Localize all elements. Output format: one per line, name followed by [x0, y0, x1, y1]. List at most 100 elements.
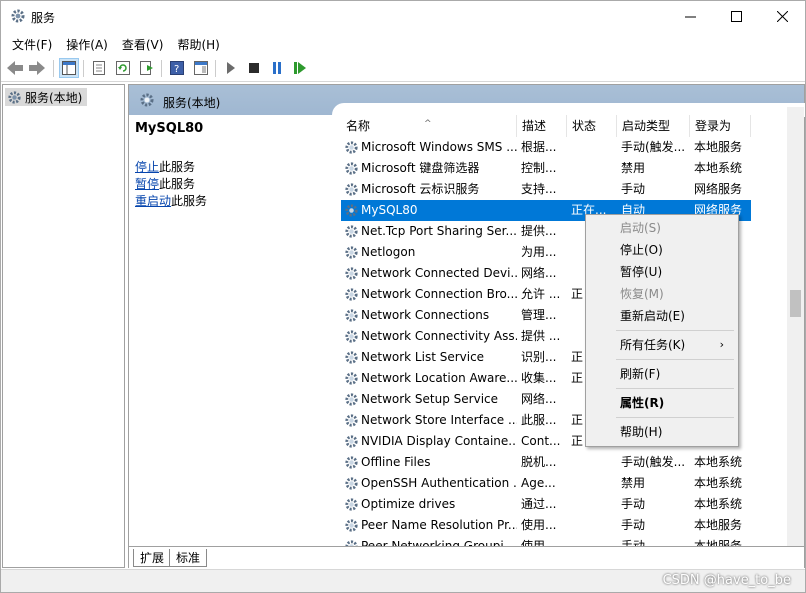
table-row[interactable]: Peer Name Resolution Pr... 使用... 手动 本地服务 — [341, 515, 751, 536]
column-header-logon-as[interactable]: 登录为 — [690, 115, 751, 137]
cell-desc: 为用... — [521, 245, 557, 259]
forward-arrow-icon[interactable] — [27, 58, 47, 78]
cell-desc: 根据... — [521, 140, 557, 154]
context-menu-item[interactable]: 属性(R) — [588, 392, 736, 414]
service-gear-icon — [344, 350, 359, 365]
cell-name: Network Setup Service — [361, 392, 499, 406]
menu-separator — [616, 359, 734, 360]
table-row[interactable]: Microsoft 键盘筛选器 控制... 禁用 本地系统 — [341, 158, 751, 179]
console-tree-icon[interactable] — [59, 58, 79, 78]
cell-logon: 本地服务 — [694, 518, 743, 532]
pause-link[interactable]: 暂停 — [135, 177, 159, 191]
stop-link[interactable]: 停止 — [135, 160, 159, 174]
cell-desc — [521, 200, 567, 221]
services-gear-icon — [140, 93, 154, 107]
service-gear-icon — [344, 308, 359, 323]
cell-name: Microsoft Windows SMS ... — [361, 140, 517, 154]
stop-service-icon[interactable] — [244, 58, 264, 78]
services-window: 服务 文件(F) 操作(A) 查看(V) 帮助(H) ? 服务(本地) 服务(本… — [0, 0, 806, 593]
cell-desc: 控制... — [521, 161, 557, 175]
cell-status — [571, 158, 617, 179]
cell-name: Network Connectivity Ass... — [361, 329, 517, 343]
minimize-icon[interactable] — [667, 1, 713, 32]
cell-name: Network List Service — [361, 350, 485, 364]
cell-startup: 手动(触发... — [621, 140, 686, 154]
pause-service-icon[interactable] — [267, 58, 287, 78]
refresh-icon[interactable] — [113, 58, 133, 78]
cell-startup: 手动 — [621, 539, 646, 546]
restart-link[interactable]: 重启动 — [135, 194, 171, 208]
toolbar-separator — [215, 60, 216, 77]
cell-name: Microsoft 键盘筛选器 — [361, 161, 480, 175]
column-header-startup-type[interactable]: 启动类型 — [617, 115, 690, 137]
cell-desc: 通过... — [521, 497, 557, 511]
service-gear-icon — [344, 539, 359, 546]
menu-view[interactable]: 查看(V) — [115, 33, 171, 55]
cell-name: OpenSSH Authentication ... — [361, 476, 517, 490]
cell-logon: 本地系统 — [694, 455, 743, 469]
cell-name: Network Connected Devi... — [361, 266, 517, 280]
table-row[interactable]: Microsoft 云标识服务 支持... 手动 网络服务 — [341, 179, 751, 200]
properties-sheet-icon[interactable] — [89, 58, 109, 78]
export-list-icon[interactable] — [137, 58, 157, 78]
menu-separator — [616, 417, 734, 418]
context-menu-item[interactable]: 暂停(U) — [588, 261, 736, 283]
service-gear-icon — [344, 455, 359, 470]
cell-name: Network Connection Bro... — [361, 287, 517, 301]
cell-status — [571, 494, 617, 515]
cell-desc: 网络... — [521, 266, 557, 280]
start-service-icon[interactable] — [221, 58, 241, 78]
table-row[interactable]: Microsoft Windows SMS ... 根据... 手动(触发... 本地… — [341, 137, 751, 158]
tab-extended[interactable]: 扩展 — [133, 549, 172, 567]
cell-desc: 提供 ... — [521, 329, 561, 343]
restart-service-icon[interactable] — [290, 58, 310, 78]
column-header-description[interactable]: 描述 — [517, 115, 567, 137]
service-gear-icon — [344, 287, 359, 302]
toolbar-separator — [83, 60, 84, 77]
column-header-status[interactable]: 状态 — [567, 115, 617, 137]
pause-suffix: 此服务 — [159, 177, 196, 191]
services-gear-icon — [8, 90, 21, 104]
context-menu-item[interactable]: 帮助(H) — [588, 421, 736, 443]
context-menu-item[interactable]: 停止(O) — [588, 239, 736, 261]
cell-desc: 支持... — [521, 182, 557, 196]
back-arrow-icon[interactable] — [5, 58, 25, 78]
cell-desc: Cont... — [521, 434, 561, 448]
close-icon[interactable] — [759, 1, 805, 32]
service-gear-icon — [344, 203, 359, 218]
help-icon[interactable]: ? — [167, 58, 187, 78]
cell-name: Network Location Aware... — [361, 371, 517, 385]
context-menu-item-label: 刷新(F) — [620, 367, 661, 381]
menu-action[interactable]: 操作(A) — [59, 33, 115, 55]
menu-help[interactable]: 帮助(H) — [170, 33, 226, 55]
context-menu-item[interactable]: 重新启动(E) — [588, 305, 736, 327]
context-menu-item[interactable]: 所有任务(K) › — [588, 334, 736, 356]
service-gear-icon — [344, 413, 359, 428]
tree-item-services-local[interactable]: 服务(本地) — [5, 88, 87, 106]
context-menu-item-label: 帮助(H) — [620, 425, 663, 439]
show-hide-action-pane-icon[interactable] — [191, 58, 211, 78]
service-gear-icon — [344, 140, 359, 155]
service-gear-icon — [344, 329, 359, 344]
table-row[interactable]: Offline Files 脱机... 手动(触发... 本地系统 — [341, 452, 751, 473]
table-row[interactable]: Optimize drives 通过... 手动 本地系统 — [341, 494, 751, 515]
cell-desc: 脱机... — [521, 455, 557, 469]
cell-name: MySQL80 — [361, 203, 418, 217]
maximize-icon[interactable] — [713, 1, 759, 32]
cell-status — [571, 515, 617, 536]
scrollbar-thumb[interactable] — [790, 290, 801, 317]
tab-standard[interactable]: 标准 — [169, 549, 208, 567]
menu-file[interactable]: 文件(F) — [5, 33, 59, 55]
context-menu-item-label: 启动(S) — [620, 221, 661, 235]
cell-startup: 手动 — [621, 182, 646, 196]
vertical-scrollbar[interactable] — [787, 107, 804, 547]
column-header-name[interactable]: ^ 名称 — [341, 115, 517, 137]
table-row[interactable]: OpenSSH Authentication ... Age... 禁用 本地系统 — [341, 473, 751, 494]
table-row[interactable]: Peer Networking Groupi... 使用... 手动 本地服务 — [341, 536, 751, 546]
service-gear-icon — [344, 392, 359, 407]
context-menu-item-label: 停止(O) — [620, 243, 663, 257]
context-menu-item[interactable]: 刷新(F) — [588, 363, 736, 385]
column-header-label: 名称 — [346, 119, 371, 133]
cell-status — [571, 137, 617, 158]
context-menu-item: 恢复(M) — [588, 283, 736, 305]
